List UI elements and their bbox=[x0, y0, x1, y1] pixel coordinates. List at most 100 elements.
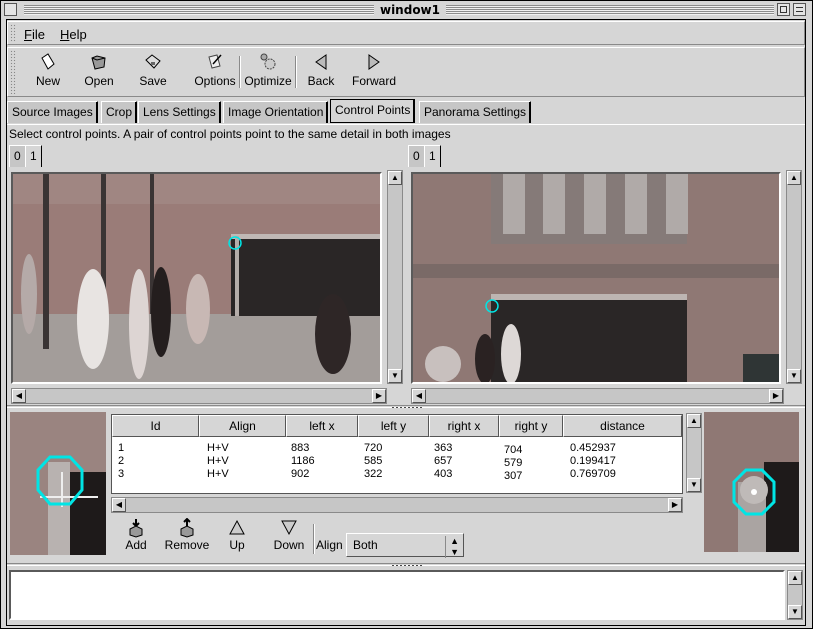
toolbar-grip[interactable] bbox=[10, 50, 16, 94]
cell-right-x: 363 bbox=[434, 442, 453, 454]
column-header-left-y[interactable]: left y bbox=[358, 415, 429, 437]
window-menu-button[interactable] bbox=[4, 3, 17, 16]
right-image-vscrollbar[interactable]: ▲ ▼ bbox=[786, 170, 802, 384]
menu-bar-grip[interactable] bbox=[10, 24, 16, 42]
log-textarea[interactable] bbox=[9, 570, 785, 620]
tab-panorama-settings[interactable]: Panorama Settings bbox=[419, 101, 532, 123]
arrow-up-icon: ▲ bbox=[391, 173, 399, 182]
menu-help[interactable]: Help bbox=[56, 27, 91, 42]
toolbar: New Open Save Options Optimize Back Forw… bbox=[7, 47, 805, 97]
left-photo bbox=[13, 174, 380, 382]
pane-grip-icon[interactable] bbox=[391, 406, 423, 409]
left-image-vscrollbar[interactable]: ▲ ▼ bbox=[387, 170, 403, 384]
options-button[interactable]: Options bbox=[192, 52, 238, 88]
new-label: New bbox=[35, 74, 60, 88]
scroll-right-button[interactable]: ▶ bbox=[668, 498, 682, 512]
shade-button[interactable] bbox=[793, 3, 806, 16]
tab-lens-settings[interactable]: Lens Settings bbox=[138, 101, 221, 123]
tab-label: Source Images bbox=[12, 105, 93, 119]
save-button[interactable]: Save bbox=[135, 52, 171, 88]
tab-image-orientation[interactable]: Image Orientation bbox=[223, 101, 329, 123]
scroll-left-button[interactable]: ◀ bbox=[112, 498, 126, 512]
cell-align: H+V bbox=[207, 468, 229, 480]
cell-right-x: 657 bbox=[434, 455, 453, 467]
add-label: Add bbox=[125, 538, 147, 552]
align-select[interactable]: Both ▲ ▼ bbox=[346, 533, 464, 558]
left-image-tab-0[interactable]: 0 bbox=[9, 145, 26, 167]
new-button[interactable]: New bbox=[30, 52, 66, 88]
column-header-right-x[interactable]: right x bbox=[429, 415, 499, 437]
left-image-tab-1[interactable]: 1 bbox=[25, 145, 42, 167]
arrow-right-icon: ▶ bbox=[772, 391, 780, 400]
tab-label: Image Orientation bbox=[228, 105, 324, 119]
scroll-up-button[interactable]: ▲ bbox=[787, 171, 801, 185]
table-hscrollbar[interactable]: ◀ ▶ bbox=[111, 497, 683, 513]
header-label: right x bbox=[447, 419, 481, 433]
tab-label: 0 bbox=[14, 149, 21, 163]
column-header-right-y[interactable]: right y bbox=[499, 415, 563, 437]
gears-icon bbox=[260, 53, 276, 70]
back-label: Back bbox=[307, 74, 335, 88]
tab-page-border bbox=[7, 124, 805, 125]
scroll-left-button[interactable]: ◀ bbox=[12, 389, 26, 403]
scroll-down-button[interactable]: ▼ bbox=[388, 369, 402, 383]
right-image-hscrollbar[interactable]: ◀ ▶ bbox=[411, 388, 784, 404]
menu-file[interactable]: File bbox=[20, 27, 49, 42]
right-zoom-preview bbox=[704, 412, 799, 552]
cell-left-y: 720 bbox=[364, 442, 383, 454]
scroll-up-button[interactable]: ▲ bbox=[388, 171, 402, 185]
pane-grip-icon[interactable] bbox=[391, 564, 423, 567]
open-folder-icon bbox=[91, 55, 106, 70]
tab-crop[interactable]: Crop bbox=[101, 101, 138, 123]
remove-button[interactable]: Remove bbox=[162, 518, 212, 552]
right-image-tab-1[interactable]: 1 bbox=[424, 145, 441, 167]
down-button[interactable]: Down bbox=[270, 518, 308, 552]
back-button[interactable]: Back bbox=[303, 52, 339, 88]
down-label: Down bbox=[273, 538, 305, 552]
column-header-id[interactable]: Id bbox=[112, 415, 199, 437]
scroll-right-button[interactable]: ▶ bbox=[372, 389, 386, 403]
tab-source-images[interactable]: Source Images bbox=[7, 101, 98, 123]
column-header-align[interactable]: Align bbox=[199, 415, 286, 437]
scroll-down-button[interactable]: ▼ bbox=[787, 369, 801, 383]
tab-label: 0 bbox=[413, 149, 420, 163]
title-bar[interactable]: window1 bbox=[4, 2, 809, 18]
right-image-view[interactable] bbox=[411, 172, 781, 384]
maximize-button[interactable] bbox=[777, 3, 790, 16]
left-image-view[interactable] bbox=[11, 172, 382, 384]
optimize-button[interactable]: Optimize bbox=[243, 52, 293, 88]
cell-align: H+V bbox=[207, 442, 229, 454]
tab-control-points[interactable]: Control Points bbox=[330, 99, 416, 123]
menu-file-mnemonic: F bbox=[24, 27, 32, 42]
right-image-tab-0[interactable]: 0 bbox=[408, 145, 425, 167]
open-button[interactable]: Open bbox=[81, 52, 117, 88]
column-header-left-x[interactable]: left x bbox=[286, 415, 358, 437]
table-row[interactable]: 1 H+V 883 720 363 704 0.452937 bbox=[112, 442, 682, 456]
table-vscrollbar[interactable]: ▲ ▼ bbox=[686, 413, 702, 493]
cell-left-x: 902 bbox=[291, 468, 310, 480]
window-title: window1 bbox=[374, 2, 446, 18]
arrow-up-icon: ▲ bbox=[690, 416, 698, 425]
menu-help-mnemonic: H bbox=[60, 27, 70, 42]
table-row[interactable]: 3 H+V 902 322 403 307 0.769709 bbox=[112, 468, 682, 482]
scroll-up-button[interactable]: ▲ bbox=[687, 414, 701, 428]
control-points-table[interactable]: Id Align left x left y right x right y d… bbox=[111, 414, 683, 494]
up-button[interactable]: Up bbox=[224, 518, 250, 552]
scroll-right-button[interactable]: ▶ bbox=[769, 389, 783, 403]
add-button[interactable]: Add bbox=[120, 518, 152, 552]
scroll-down-button[interactable]: ▼ bbox=[687, 478, 701, 492]
scroll-up-button[interactable]: ▲ bbox=[788, 571, 802, 585]
arrow-down-icon: ▼ bbox=[790, 371, 798, 380]
log-vscrollbar[interactable]: ▲ ▼ bbox=[787, 570, 803, 620]
triangle-up-icon bbox=[229, 519, 245, 535]
forward-button[interactable]: Forward bbox=[348, 52, 400, 88]
cell-left-y: 585 bbox=[364, 455, 383, 467]
column-header-distance[interactable]: distance bbox=[563, 415, 682, 437]
open-label: Open bbox=[84, 74, 114, 88]
forward-label: Forward bbox=[351, 74, 396, 88]
arrow-right-icon: ▶ bbox=[375, 391, 383, 400]
left-image-hscrollbar[interactable]: ◀ ▶ bbox=[11, 388, 387, 404]
table-row[interactable]: 2 H+V 1186 585 657 579 0.199417 bbox=[112, 455, 682, 469]
scroll-down-button[interactable]: ▼ bbox=[788, 605, 802, 619]
scroll-left-button[interactable]: ◀ bbox=[412, 389, 426, 403]
